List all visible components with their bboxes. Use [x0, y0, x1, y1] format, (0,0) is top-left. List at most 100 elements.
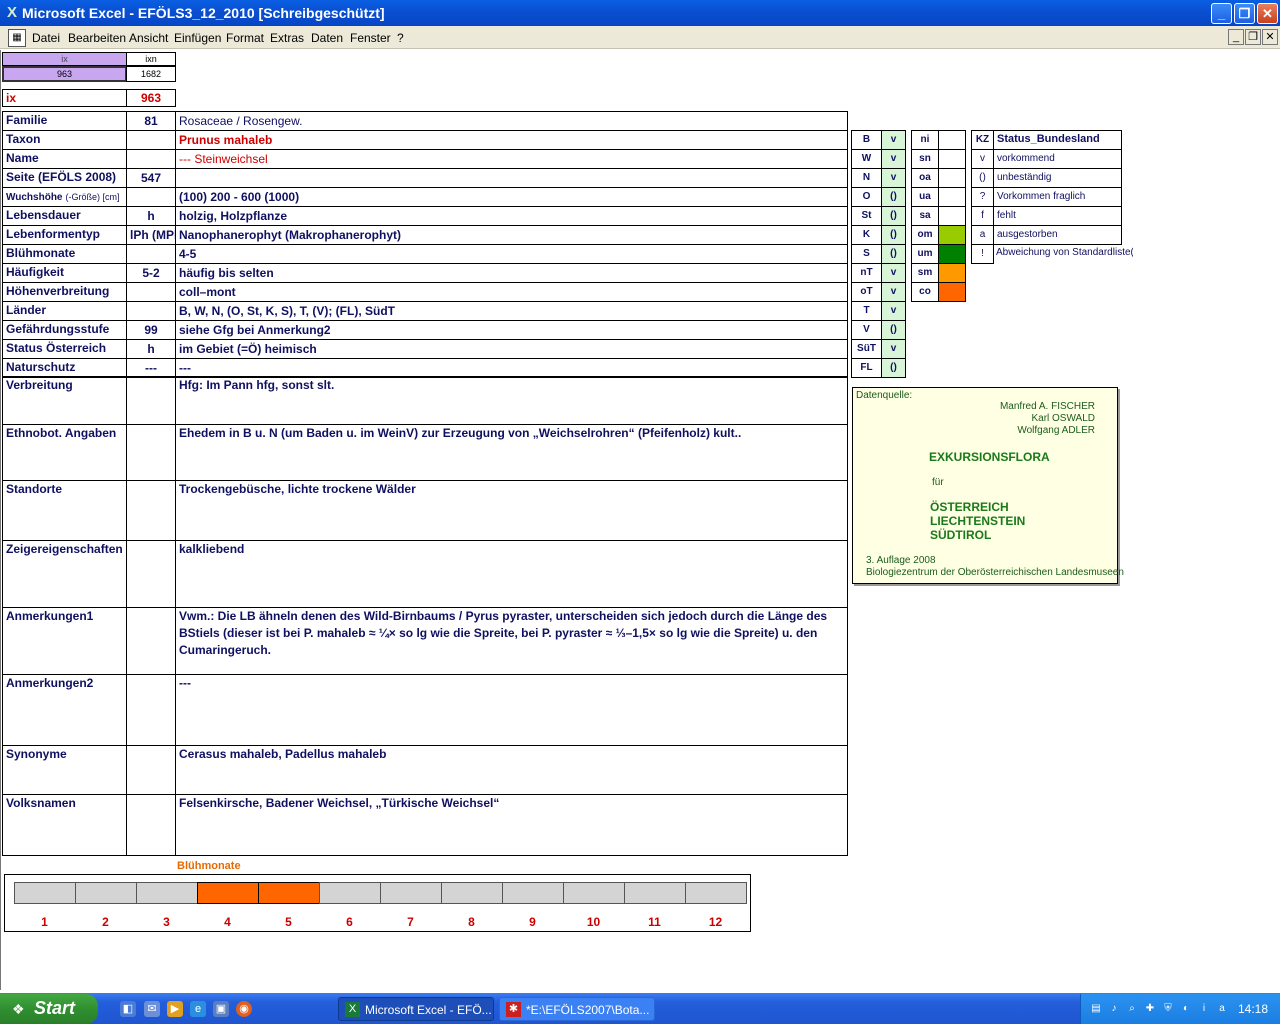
- shield-icon[interactable]: ⛨: [1161, 1002, 1175, 1016]
- field-label[interactable]: Anmerkungen1: [2, 607, 127, 675]
- menu-fenster[interactable]: Fenster: [350, 31, 391, 45]
- field-value[interactable]: ---: [175, 674, 848, 746]
- menu-ansicht[interactable]: Ansicht: [129, 31, 168, 45]
- land-code[interactable]: St: [851, 206, 882, 226]
- hoehen-color[interactable]: [938, 187, 966, 207]
- land-status[interactable]: v: [881, 149, 906, 169]
- ql-explorer-icon[interactable]: ▣: [213, 1001, 229, 1017]
- field-label[interactable]: Naturschutz: [2, 358, 127, 378]
- field-value[interactable]: siehe Gfg bei Anmerkung2: [175, 320, 848, 340]
- land-status[interactable]: (): [881, 206, 906, 226]
- hoehen-code[interactable]: co: [911, 282, 939, 302]
- field-label[interactable]: Familie: [2, 111, 127, 131]
- field-number[interactable]: ---: [126, 358, 176, 378]
- ql-ie-icon[interactable]: e: [190, 1001, 206, 1017]
- document-icon[interactable]: ▦: [8, 29, 26, 47]
- land-code[interactable]: SüT: [851, 339, 882, 359]
- search-icon[interactable]: ⌕: [1125, 1002, 1139, 1016]
- field-value[interactable]: häufig bis selten: [175, 263, 848, 283]
- land-status[interactable]: (): [881, 187, 906, 207]
- field-label[interactable]: Status Österreich: [2, 339, 127, 359]
- field-value[interactable]: im Gebiet (=Ö) heimisch: [175, 339, 848, 359]
- hoehen-color[interactable]: [938, 130, 966, 150]
- land-code[interactable]: nT: [851, 263, 882, 283]
- field-label[interactable]: Volksnamen: [2, 794, 127, 856]
- mdi-minimize-button[interactable]: _: [1228, 29, 1244, 45]
- hoehen-code[interactable]: sa: [911, 206, 939, 226]
- menu-bearbeiten[interactable]: Bearbeiten: [68, 31, 126, 45]
- hoehen-color[interactable]: [938, 263, 966, 283]
- field-label[interactable]: Ethnobot. Angaben: [2, 424, 127, 481]
- field-label[interactable]: Taxon: [2, 130, 127, 150]
- ix-value-red-cell[interactable]: 963: [126, 89, 176, 107]
- field-number[interactable]: 547: [126, 168, 176, 188]
- land-code[interactable]: S: [851, 244, 882, 264]
- hoehen-color[interactable]: [938, 225, 966, 245]
- field-label[interactable]: Höhenverbreitung: [2, 282, 127, 302]
- field-label[interactable]: Wuchshöhe (-Größe) [cm]: [2, 187, 127, 207]
- hoehen-color[interactable]: [938, 244, 966, 264]
- mdi-close-button[interactable]: ✕: [1262, 29, 1278, 45]
- field-value[interactable]: Ehedem in B u. N (um Baden u. im WeinV) …: [175, 424, 848, 481]
- field-value[interactable]: Hfg: Im Pann hfg, sonst slt.: [175, 376, 848, 425]
- field-label[interactable]: Standorte: [2, 480, 127, 541]
- field-value[interactable]: Trockengebüsche, lichte trockene Wälder: [175, 480, 848, 541]
- field-value[interactable]: --- Steinweichsel: [175, 149, 848, 169]
- hoehen-color[interactable]: [938, 206, 966, 226]
- field-number[interactable]: [126, 282, 176, 302]
- ixn-value-cell[interactable]: 1682: [126, 66, 176, 82]
- hoehen-code[interactable]: sn: [911, 149, 939, 169]
- land-code[interactable]: B: [851, 130, 882, 150]
- menu-datei[interactable]: Datei: [32, 31, 60, 45]
- field-number-empty[interactable]: [126, 794, 176, 856]
- field-number-empty[interactable]: [126, 674, 176, 746]
- field-value[interactable]: Prunus mahaleb: [175, 130, 848, 150]
- task-folder[interactable]: ✱ *E:\EFÖLS2007\Bota...: [499, 997, 655, 1021]
- land-status[interactable]: (): [881, 225, 906, 245]
- field-number[interactable]: [126, 301, 176, 321]
- field-label[interactable]: Länder: [2, 301, 127, 321]
- hoehen-color[interactable]: [938, 149, 966, 169]
- field-label[interactable]: Name: [2, 149, 127, 169]
- menu-help[interactable]: ?: [397, 31, 404, 45]
- excel-app-icon[interactable]: X: [4, 5, 20, 21]
- field-value[interactable]: Nanophanerophyt (Makrophanerophyt): [175, 225, 848, 245]
- field-number[interactable]: h: [126, 206, 176, 226]
- field-value[interactable]: Vwm.: Die LB ähneln denen des Wild-Birnb…: [175, 607, 848, 675]
- field-number[interactable]: 99: [126, 320, 176, 340]
- field-number-empty[interactable]: [126, 424, 176, 481]
- update-icon[interactable]: ◐: [1179, 1002, 1193, 1016]
- ix-header-cell[interactable]: ix: [2, 52, 127, 66]
- field-label[interactable]: Zeigereigenschaften: [2, 540, 127, 608]
- ql-outlook-icon[interactable]: ✉: [144, 1001, 160, 1017]
- field-label[interactable]: Seite (EFÖLS 2008): [2, 168, 127, 188]
- land-status[interactable]: v: [881, 168, 906, 188]
- field-value[interactable]: Cerasus mahaleb, Padellus mahaleb: [175, 745, 848, 795]
- field-value[interactable]: kalkliebend: [175, 540, 848, 608]
- ixn-header-cell[interactable]: ixn: [126, 52, 176, 66]
- land-code[interactable]: O: [851, 187, 882, 207]
- restore-button[interactable]: ❐: [1234, 3, 1255, 24]
- field-number[interactable]: 5-2: [126, 263, 176, 283]
- menu-daten[interactable]: Daten: [311, 31, 343, 45]
- field-label[interactable]: Gefährdungsstufe: [2, 320, 127, 340]
- field-value[interactable]: Felsenkirsche, Badener Weichsel, „Türkis…: [175, 794, 848, 856]
- field-label[interactable]: Anmerkungen2: [2, 674, 127, 746]
- field-number-empty[interactable]: [126, 745, 176, 795]
- field-value[interactable]: holzig, Holzpflanze: [175, 206, 848, 226]
- field-number[interactable]: [126, 187, 176, 207]
- field-label[interactable]: Lebenformentyp: [2, 225, 127, 245]
- field-value[interactable]: [175, 168, 848, 188]
- minimize-button[interactable]: _: [1211, 3, 1232, 24]
- field-label[interactable]: Blühmonate: [2, 244, 127, 264]
- hoehen-code[interactable]: om: [911, 225, 939, 245]
- land-status[interactable]: (): [881, 320, 906, 340]
- network-icon[interactable]: ▤: [1089, 1002, 1103, 1016]
- hoehen-color[interactable]: [938, 168, 966, 188]
- task-excel[interactable]: X Microsoft Excel - EFÖ...: [338, 997, 494, 1021]
- land-code[interactable]: V: [851, 320, 882, 340]
- tray-app-icon[interactable]: a: [1215, 1002, 1229, 1016]
- mdi-restore-button[interactable]: ❐: [1245, 29, 1261, 45]
- field-number-empty[interactable]: [126, 376, 176, 425]
- land-code[interactable]: T: [851, 301, 882, 321]
